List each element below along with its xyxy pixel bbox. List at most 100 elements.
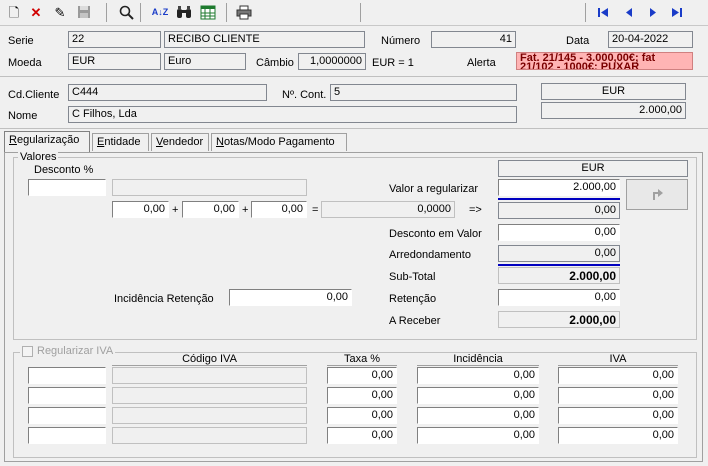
moeda-description: Euro (164, 53, 246, 70)
numero-field[interactable]: 41 (431, 31, 516, 48)
last-record-icon[interactable] (667, 3, 687, 21)
taxa-input[interactable]: 0,00 (327, 387, 397, 404)
accent-line (498, 198, 620, 200)
serie-description: RECIBO CLIENTE (164, 31, 365, 48)
ncont-label: Nº. Cont. (282, 89, 327, 101)
nome-field[interactable]: C Filhos, Lda (68, 106, 517, 123)
toolbar-separator (140, 3, 141, 22)
data-label: Data (566, 35, 590, 47)
valores-title: Valores (18, 151, 59, 163)
iva-input[interactable]: 0,00 (558, 407, 678, 424)
alert-field: Fat. 21/145 - 3.000,00€; fat 21/102 - 10… (516, 52, 693, 70)
serie-label: Serie (8, 35, 34, 47)
binoculars-icon[interactable] (174, 3, 194, 21)
incidencia-input[interactable]: 0,00 (417, 427, 539, 444)
edit-icon[interactable]: ✎ (50, 3, 70, 21)
first-record-icon[interactable] (593, 3, 613, 21)
iva-input[interactable]: 0,00 (558, 367, 678, 384)
serie-field[interactable]: 22 (68, 31, 161, 48)
valor-regularizar-label: Valor a regularizar (389, 183, 479, 195)
incidencia-input[interactable]: 0,00 (417, 387, 539, 404)
col-codigo-iva: Código IVA (112, 353, 307, 366)
search-icon[interactable] (116, 3, 136, 21)
alerta-label: Alerta (467, 57, 496, 69)
subtotal-value: 2.000,00 (498, 267, 620, 284)
arredondamento-field: 0,00 (498, 245, 620, 262)
iva-code-input[interactable] (28, 407, 106, 424)
retencao-label: Retenção (389, 293, 437, 305)
sort-az-icon[interactable]: A↓Z (150, 3, 170, 21)
areceber-label: A Receber (389, 315, 441, 327)
regularizar-iva-label: Regularizar IVA (37, 345, 114, 357)
retencao-input[interactable]: 0,00 (498, 289, 620, 306)
currency-header: EUR (541, 83, 686, 100)
calc-input-2[interactable]: 0,00 (182, 201, 239, 218)
cd-cliente-label: Cd.Cliente (8, 89, 60, 101)
date-field[interactable]: 20-04-2022 (608, 31, 693, 48)
arrow-result: 0,00 (498, 202, 620, 219)
desconto-pct-input[interactable] (28, 179, 106, 196)
new-document-icon[interactable]: 🗋 (4, 3, 24, 21)
iva-code-description (112, 427, 307, 444)
spreadsheet-icon[interactable] (198, 3, 218, 21)
desconto-valor-input[interactable]: 0,00 (498, 224, 620, 241)
tab-label: Regularização (9, 134, 80, 146)
arrow-label: => (469, 204, 482, 216)
equals-sign: = (312, 204, 319, 216)
valor-regularizar-input[interactable]: 2.000,00 (498, 179, 620, 196)
toolbar-separator (226, 3, 227, 22)
iva-code-input[interactable] (28, 367, 106, 384)
tab-entidade[interactable]: Entidade (92, 133, 149, 151)
col-incidencia: Incidência (417, 353, 539, 366)
regularizar-iva-checkbox[interactable] (22, 345, 33, 357)
iva-input[interactable]: 0,00 (558, 387, 678, 404)
save-icon[interactable] (74, 3, 94, 21)
col-taxa: Taxa % (327, 353, 397, 366)
calc-input-3[interactable]: 0,00 (251, 201, 307, 218)
cambio-label: Câmbio (256, 57, 294, 69)
plus-sign: + (242, 204, 249, 216)
tab-label: Notas/Modo Pagamento (216, 136, 335, 148)
col-iva: IVA (558, 353, 678, 366)
valores-currency-header: EUR (498, 160, 688, 177)
iva-code-description (112, 367, 307, 384)
incidencia-input[interactable]: 0,00 (417, 367, 539, 384)
incidencia-retencao-input[interactable]: 0,00 (229, 289, 352, 306)
toolbar-separator (585, 3, 586, 22)
next-record-icon[interactable] (643, 3, 663, 21)
iva-code-description (112, 387, 307, 404)
toolbar: 🗋 ✕ ✎ A↓Z (0, 0, 708, 26)
tab-notas-modo-pagamento[interactable]: Notas/Modo Pagamento (211, 133, 347, 151)
accent-line (498, 264, 620, 266)
plus-sign: + (172, 204, 179, 216)
incidencia-retencao-label: Incidência Retenção (114, 293, 214, 305)
total-value: 2.000,00 (541, 102, 686, 119)
apply-button[interactable] (626, 179, 688, 210)
print-icon[interactable] (234, 3, 254, 21)
tab-label: Vendedor (156, 136, 204, 148)
subtotal-label: Sub-Total (389, 271, 436, 283)
iva-code-input[interactable] (28, 387, 106, 404)
cambio-field[interactable]: 1,0000000 (298, 53, 366, 70)
toolbar-separator (360, 3, 361, 22)
calc-result: 0,0000 (321, 201, 455, 218)
ncont-field[interactable]: 5 (330, 84, 517, 101)
moeda-field[interactable]: EUR (68, 53, 161, 70)
delete-icon[interactable]: ✕ (26, 3, 46, 21)
desconto-valor-label: Desconto em Valor (389, 228, 482, 240)
taxa-input[interactable]: 0,00 (327, 427, 397, 444)
desconto-description (112, 179, 307, 196)
taxa-input[interactable]: 0,00 (327, 407, 397, 424)
cd-cliente-field[interactable]: C444 (68, 84, 267, 101)
nome-label: Nome (8, 110, 38, 122)
tab-vendedor[interactable]: Vendedor (151, 133, 209, 151)
iva-code-input[interactable] (28, 427, 106, 444)
desconto-pct-label: Desconto % (34, 164, 94, 176)
calc-input-1[interactable]: 0,00 (112, 201, 169, 218)
taxa-input[interactable]: 0,00 (327, 367, 397, 384)
divider (0, 128, 708, 129)
previous-record-icon[interactable] (619, 3, 639, 21)
incidencia-input[interactable]: 0,00 (417, 407, 539, 424)
iva-input[interactable]: 0,00 (558, 427, 678, 444)
tab-regularizacao[interactable]: Regularização (4, 131, 90, 152)
